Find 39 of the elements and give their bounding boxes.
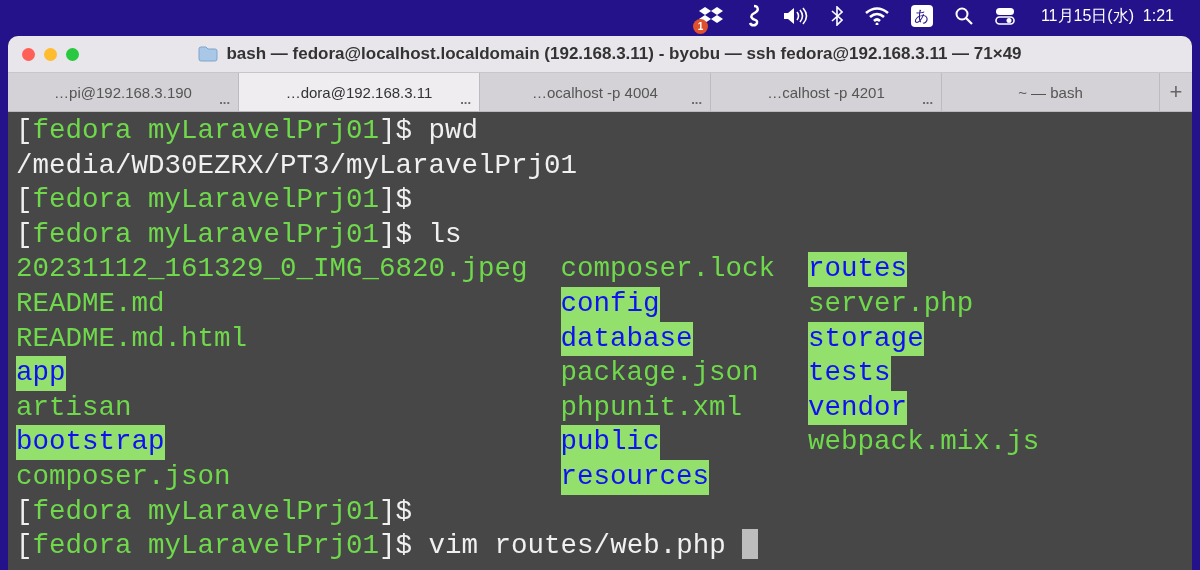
folder-icon xyxy=(198,46,219,62)
wifi-icon[interactable] xyxy=(864,4,889,28)
notification-badge: 1 xyxy=(692,19,708,34)
window-title: bash — fedora@localhost.localdomain (192.168.3.11) - byobu — ssh fedora@192.168.3.11 — 71×49 xyxy=(226,44,1022,64)
file-name: webpack.mix.js xyxy=(808,425,1040,460)
input-method-indicator[interactable]: あ xyxy=(910,5,933,27)
directory-name: vendor xyxy=(808,390,908,426)
tab-more-indicator[interactable]: ... xyxy=(922,92,933,107)
prompt-line: [fedora myLaravelPrj01]$ ls xyxy=(16,217,463,252)
prompt-line: [fedora myLaravelPrj01]$ vim routes/web.php xyxy=(16,529,1184,564)
directory-name: resources xyxy=(560,459,710,495)
file-name: server.php xyxy=(808,286,974,321)
tab-more-indicator[interactable]: ... xyxy=(691,92,702,107)
directory-name: storage xyxy=(808,321,924,357)
new-tab-button[interactable]: + xyxy=(1160,73,1192,111)
file-name: artisan xyxy=(16,390,132,425)
directory-name: bootstrap xyxy=(16,425,165,460)
file-name: 20231112_161329_0_IMG_6820.jpeg xyxy=(16,252,528,287)
file-name: composer.json xyxy=(16,459,231,494)
directory-name: public xyxy=(560,425,660,460)
directory-name: tests xyxy=(808,356,891,391)
prompt-line: [fedora myLaravelPrj01]$ pwd xyxy=(16,114,480,148)
file-name: README.md xyxy=(16,286,165,321)
directory-name: config xyxy=(560,286,660,322)
file-name: README.md.html xyxy=(16,321,248,356)
prompt-line: [fedora myLaravelPrj01]$ xyxy=(16,183,414,218)
tab-more-indicator[interactable]: ... xyxy=(460,92,471,107)
tab-more-indicator[interactable]: ... xyxy=(219,92,230,107)
prompt-line: [fedora myLaravelPrj01]$ xyxy=(16,494,414,529)
menu-bar-clock[interactable]: 11月15日(水) 1:21 xyxy=(1040,5,1174,27)
directory-name: database xyxy=(560,321,693,357)
directory-name: app xyxy=(16,356,66,391)
bluetooth-icon[interactable] xyxy=(830,4,843,28)
file-name: package.json xyxy=(560,356,759,391)
directory-name: routes xyxy=(808,252,908,287)
output-line: /media/WD30EZRX/PT3/myLaravelPrj01 xyxy=(16,148,579,183)
file-name: phpunit.xml xyxy=(560,390,743,425)
terminal-tab[interactable]: …dora@192.168.3.11 ... xyxy=(239,73,480,111)
file-name: composer.lock xyxy=(560,252,776,287)
